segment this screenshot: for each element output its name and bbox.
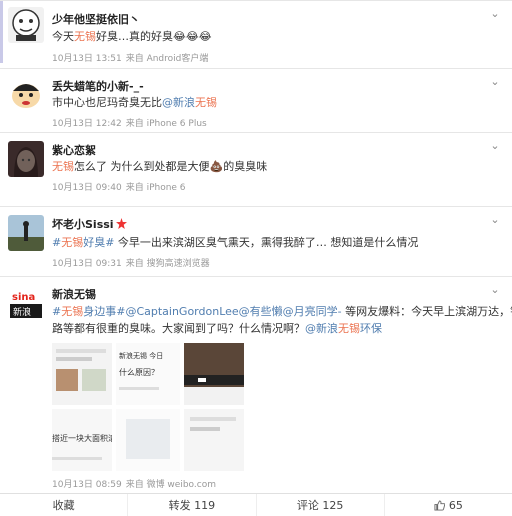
avatar[interactable] xyxy=(8,215,44,251)
post-card[interactable]: sina 新浪 新浪无锡 ⌄ #无锡身边事#@CaptainGordonLee@有… xyxy=(0,276,512,493)
svg-text:新浪: 新浪 xyxy=(13,306,31,318)
timestamp: 10月13日 12:42 xyxy=(52,119,122,129)
comment-button[interactable]: 评论 125 xyxy=(257,494,385,516)
emoji: 😂😂😂 xyxy=(173,30,212,43)
source: 来自 微博 weibo.com xyxy=(125,480,216,490)
timestamp: 10月13日 09:31 xyxy=(52,259,122,269)
repost-button[interactable]: 转发 119 xyxy=(128,494,257,516)
timestamp: 10月13日 13:51 xyxy=(52,54,122,64)
mention-link[interactable]: @新浪无锡环保 xyxy=(305,322,382,335)
image-thumbnail[interactable] xyxy=(116,409,180,471)
post-card[interactable]: 丢失蜡笔的小新-_- ⌄ 市中心也尼玛奇臭无比@新浪无锡 10月13日 12:4… xyxy=(0,68,512,132)
post-meta: 10月13日 09:40 来自 iPhone 6 xyxy=(52,180,186,193)
avatar[interactable] xyxy=(8,141,44,177)
chevron-down-icon[interactable]: ⌄ xyxy=(488,7,502,21)
author-name[interactable]: 紫心恋絮 xyxy=(52,142,96,158)
author-name[interactable]: 坏老小Sissi xyxy=(52,216,127,232)
post-text: 今天无锡好臭…真的好臭😂😂😂 xyxy=(52,30,212,43)
author-name[interactable]: 新浪无锡 xyxy=(52,286,96,302)
author-name[interactable]: 少年他坚挺依旧丶 xyxy=(52,11,140,27)
source: 来自 iPhone 6 Plus xyxy=(125,119,207,129)
source: 来自 搜狗高速浏览器 xyxy=(125,259,210,269)
accent-stripe xyxy=(0,1,3,63)
author-name[interactable]: 丢失蜡笔的小新-_- xyxy=(52,78,144,94)
post-card[interactable]: 坏老小Sissi ⌄ #无锡好臭# 今早一出来滨湖区臭气熏天，熏得我醉了… 想知… xyxy=(0,206,512,276)
avatar[interactable] xyxy=(8,7,44,43)
post-text-line1: #无锡身边事#@CaptainGordonLee@有些懒@月亮同学- 等网友爆料… xyxy=(52,305,512,318)
hashtag-link[interactable]: #无锡好臭# xyxy=(52,236,114,249)
post-text: 无锡怎么了 为什么到处都是大便💩的臭臭味 xyxy=(52,160,268,173)
post-text-line2: 路等都有很重的臭味。大家闻到了吗？什么情况啊？@新浪无锡环保 xyxy=(52,322,382,335)
mention-link[interactable]: @月亮同学- xyxy=(283,305,342,318)
mention-link[interactable]: @有些懒 xyxy=(239,305,283,318)
post-card[interactable]: 紫心恋絮 ⌄ 无锡怎么了 为什么到处都是大便💩的臭臭味 10月13日 09:40… xyxy=(0,132,512,206)
favorite-label: 收藏 xyxy=(52,499,75,512)
hashtag-link[interactable]: #无锡身边事# xyxy=(52,305,125,318)
image-thumbnail[interactable]: 新浪无锡 今日 什么原因？ xyxy=(116,343,180,405)
mention-link[interactable]: @CaptainGordonLee xyxy=(125,305,238,318)
action-bar: 收藏 转发 119 评论 125 65 xyxy=(0,493,512,516)
avatar[interactable]: sina 新浪 xyxy=(8,285,44,321)
avatar[interactable] xyxy=(8,77,44,113)
favorite-button[interactable]: 收藏 xyxy=(0,494,129,516)
chevron-down-icon[interactable]: ⌄ xyxy=(488,283,502,297)
like-count: 65 xyxy=(448,498,463,512)
mention-link[interactable]: @新浪无锡 xyxy=(162,96,217,109)
post-meta: 10月13日 08:59 来自 微博 weibo.com xyxy=(52,477,216,490)
thumbs-up-icon xyxy=(434,499,445,511)
timestamp: 10月13日 09:40 xyxy=(52,183,122,193)
chevron-down-icon[interactable]: ⌄ xyxy=(488,139,502,153)
post-meta: 10月13日 09:31 来自 搜狗高速浏览器 xyxy=(52,256,210,269)
image-thumbnail[interactable]: 搭近一块大面积滚 xyxy=(52,409,112,471)
star-badge-icon xyxy=(115,218,127,229)
source: 来自 iPhone 6 xyxy=(125,183,186,193)
post-meta: 10月13日 13:51 来自 Android客户端 xyxy=(52,51,208,64)
source: 来自 Android客户端 xyxy=(125,54,209,64)
post-meta: 10月13日 12:42 来自 iPhone 6 Plus xyxy=(52,116,207,129)
timestamp: 10月13日 08:59 xyxy=(52,480,122,490)
image-grid: 新浪无锡 今日 什么原因？ 搭近一块大面积滚 xyxy=(52,343,252,471)
chevron-down-icon[interactable]: ⌄ xyxy=(488,213,502,227)
post-text: #无锡好臭# 今早一出来滨湖区臭气熏天，熏得我醉了… 想知道是什么情况 xyxy=(52,236,419,249)
post-card[interactable]: 少年他坚挺依旧丶 ⌄ 今天无锡好臭…真的好臭😂😂😂 10月13日 13:51 来自… xyxy=(0,0,512,68)
image-thumbnail[interactable] xyxy=(184,409,244,471)
like-button[interactable]: 65 xyxy=(385,494,512,516)
image-thumbnail[interactable] xyxy=(52,343,112,405)
repost-label: 转发 119 xyxy=(168,499,216,512)
svg-text:sina: sina xyxy=(12,292,35,303)
weibo-feed: 少年他坚挺依旧丶 ⌄ 今天无锡好臭…真的好臭😂😂😂 10月13日 13:51 来自… xyxy=(0,0,512,516)
chevron-down-icon[interactable]: ⌄ xyxy=(488,75,502,89)
image-thumbnail[interactable] xyxy=(184,343,244,405)
post-text: 市中心也尼玛奇臭无比@新浪无锡 xyxy=(52,96,217,109)
comment-label: 评论 125 xyxy=(296,499,344,512)
poop-emoji-icon: 💩 xyxy=(209,160,224,173)
